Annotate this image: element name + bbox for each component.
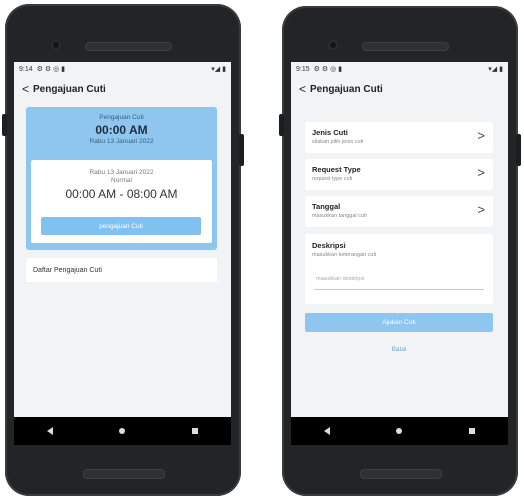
app-bar: < Pengajuan Cuti [14, 76, 231, 102]
power-button [239, 134, 244, 166]
nav-recent-icon[interactable] [191, 428, 198, 434]
leave-summary-card: Pengajuan Cuti 00:00 AM Rabu 13 Januari … [26, 107, 217, 250]
leave-list-link[interactable]: Daftar Pengajuan Cuti [26, 258, 217, 282]
android-nav-bar [14, 417, 231, 445]
nav-back-icon[interactable] [324, 427, 331, 435]
earpiece-speaker [85, 42, 172, 51]
android-nav-bar [291, 417, 508, 445]
status-time: 9:14 [19, 65, 33, 73]
submit-leave-button[interactable]: pengajuan Cuti [41, 217, 201, 235]
page-title: Pengajuan Cuti [310, 83, 383, 95]
summary-subtitle: Pengajuan Cuti [99, 114, 144, 121]
status-bar: 9:15 ⚙ ⚙ ◎ ▮ ▾◢ ▮ [291, 62, 508, 76]
back-arrow-icon[interactable]: < [299, 82, 306, 96]
earpiece-speaker [362, 42, 449, 51]
chevron-right-icon: > [477, 128, 485, 143]
shift-time-range: 00:00 AM - 08:00 AM [65, 187, 178, 201]
shift-detail-card: Rabu 13 Januari 2022 Normal 00:00 AM - 0… [31, 160, 212, 243]
leave-type-field[interactable]: Jenis Cuti silakan pilih jenis cuti > [305, 122, 493, 153]
field-label: Request Type [312, 165, 361, 174]
status-bar: 9:14 ⚙ ⚙ ◎ ▮ ▾◢ ▮ [14, 62, 231, 76]
status-notification-icons: ⚙ ⚙ ◎ ▮ [313, 66, 342, 73]
nav-home-icon[interactable] [119, 428, 126, 434]
description-label: Deskripsi [312, 241, 346, 250]
description-section: Deskripsi masukkan keterangan cuti masuk… [305, 234, 493, 304]
status-signal-battery-icons: ▾◢ ▮ [211, 66, 226, 73]
description-input[interactable]: masukkan deskripsi [314, 268, 484, 290]
right-screen: 9:15 ⚙ ⚙ ◎ ▮ ▾◢ ▮ < Pengajuan Cuti Jenis… [291, 62, 508, 417]
nav-back-icon[interactable] [47, 427, 54, 435]
app-bar: < Pengajuan Cuti [291, 76, 508, 102]
page-title: Pengajuan Cuti [33, 83, 106, 95]
phone-right: 9:15 ⚙ ⚙ ◎ ▮ ▾◢ ▮ < Pengajuan Cuti Jenis… [279, 6, 521, 496]
field-hint: silakan pilih jenis cuti [312, 139, 364, 145]
description-hint: masukkan keterangan cuti [312, 252, 377, 258]
status-time: 9:15 [296, 65, 310, 73]
volume-button [279, 114, 284, 136]
status-notification-icons: ⚙ ⚙ ◎ ▮ [36, 66, 65, 73]
status-signal-battery-icons: ▾◢ ▮ [488, 66, 503, 73]
nav-recent-icon[interactable] [468, 428, 475, 434]
left-screen: 9:14 ⚙ ⚙ ◎ ▮ ▾◢ ▮ < Pengajuan Cuti Penga… [14, 62, 231, 417]
field-label: Tanggal [312, 202, 341, 211]
field-label: Jenis Cuti [312, 128, 348, 137]
cancel-button[interactable]: Batal [305, 342, 493, 356]
request-type-field[interactable]: Request Type request type cuti > [305, 159, 493, 190]
field-hint: masukkan tanggal cuti [312, 213, 367, 219]
bottom-speaker [83, 469, 165, 479]
field-hint: request type cuti [312, 176, 353, 182]
summary-date: Rabu 13 Januari 2022 [89, 138, 154, 145]
back-arrow-icon[interactable]: < [22, 82, 29, 96]
front-camera [51, 40, 61, 50]
nav-home-icon[interactable] [396, 428, 403, 434]
chevron-right-icon: > [477, 165, 485, 180]
shift-date: Rabu 13 Januari 2022 [89, 169, 154, 176]
phone-left: 9:14 ⚙ ⚙ ◎ ▮ ▾◢ ▮ < Pengajuan Cuti Penga… [2, 4, 244, 496]
bottom-speaker [360, 469, 442, 479]
chevron-right-icon: > [477, 202, 485, 217]
date-field[interactable]: Tanggal masukkan tanggal cuti > [305, 196, 493, 227]
summary-time: 00:00 AM [95, 123, 148, 137]
front-camera [328, 40, 338, 50]
submit-leave-button[interactable]: Ajukan Cuti [305, 313, 493, 332]
power-button [516, 134, 521, 166]
shift-status: Normal [111, 177, 132, 184]
volume-button [2, 114, 7, 136]
